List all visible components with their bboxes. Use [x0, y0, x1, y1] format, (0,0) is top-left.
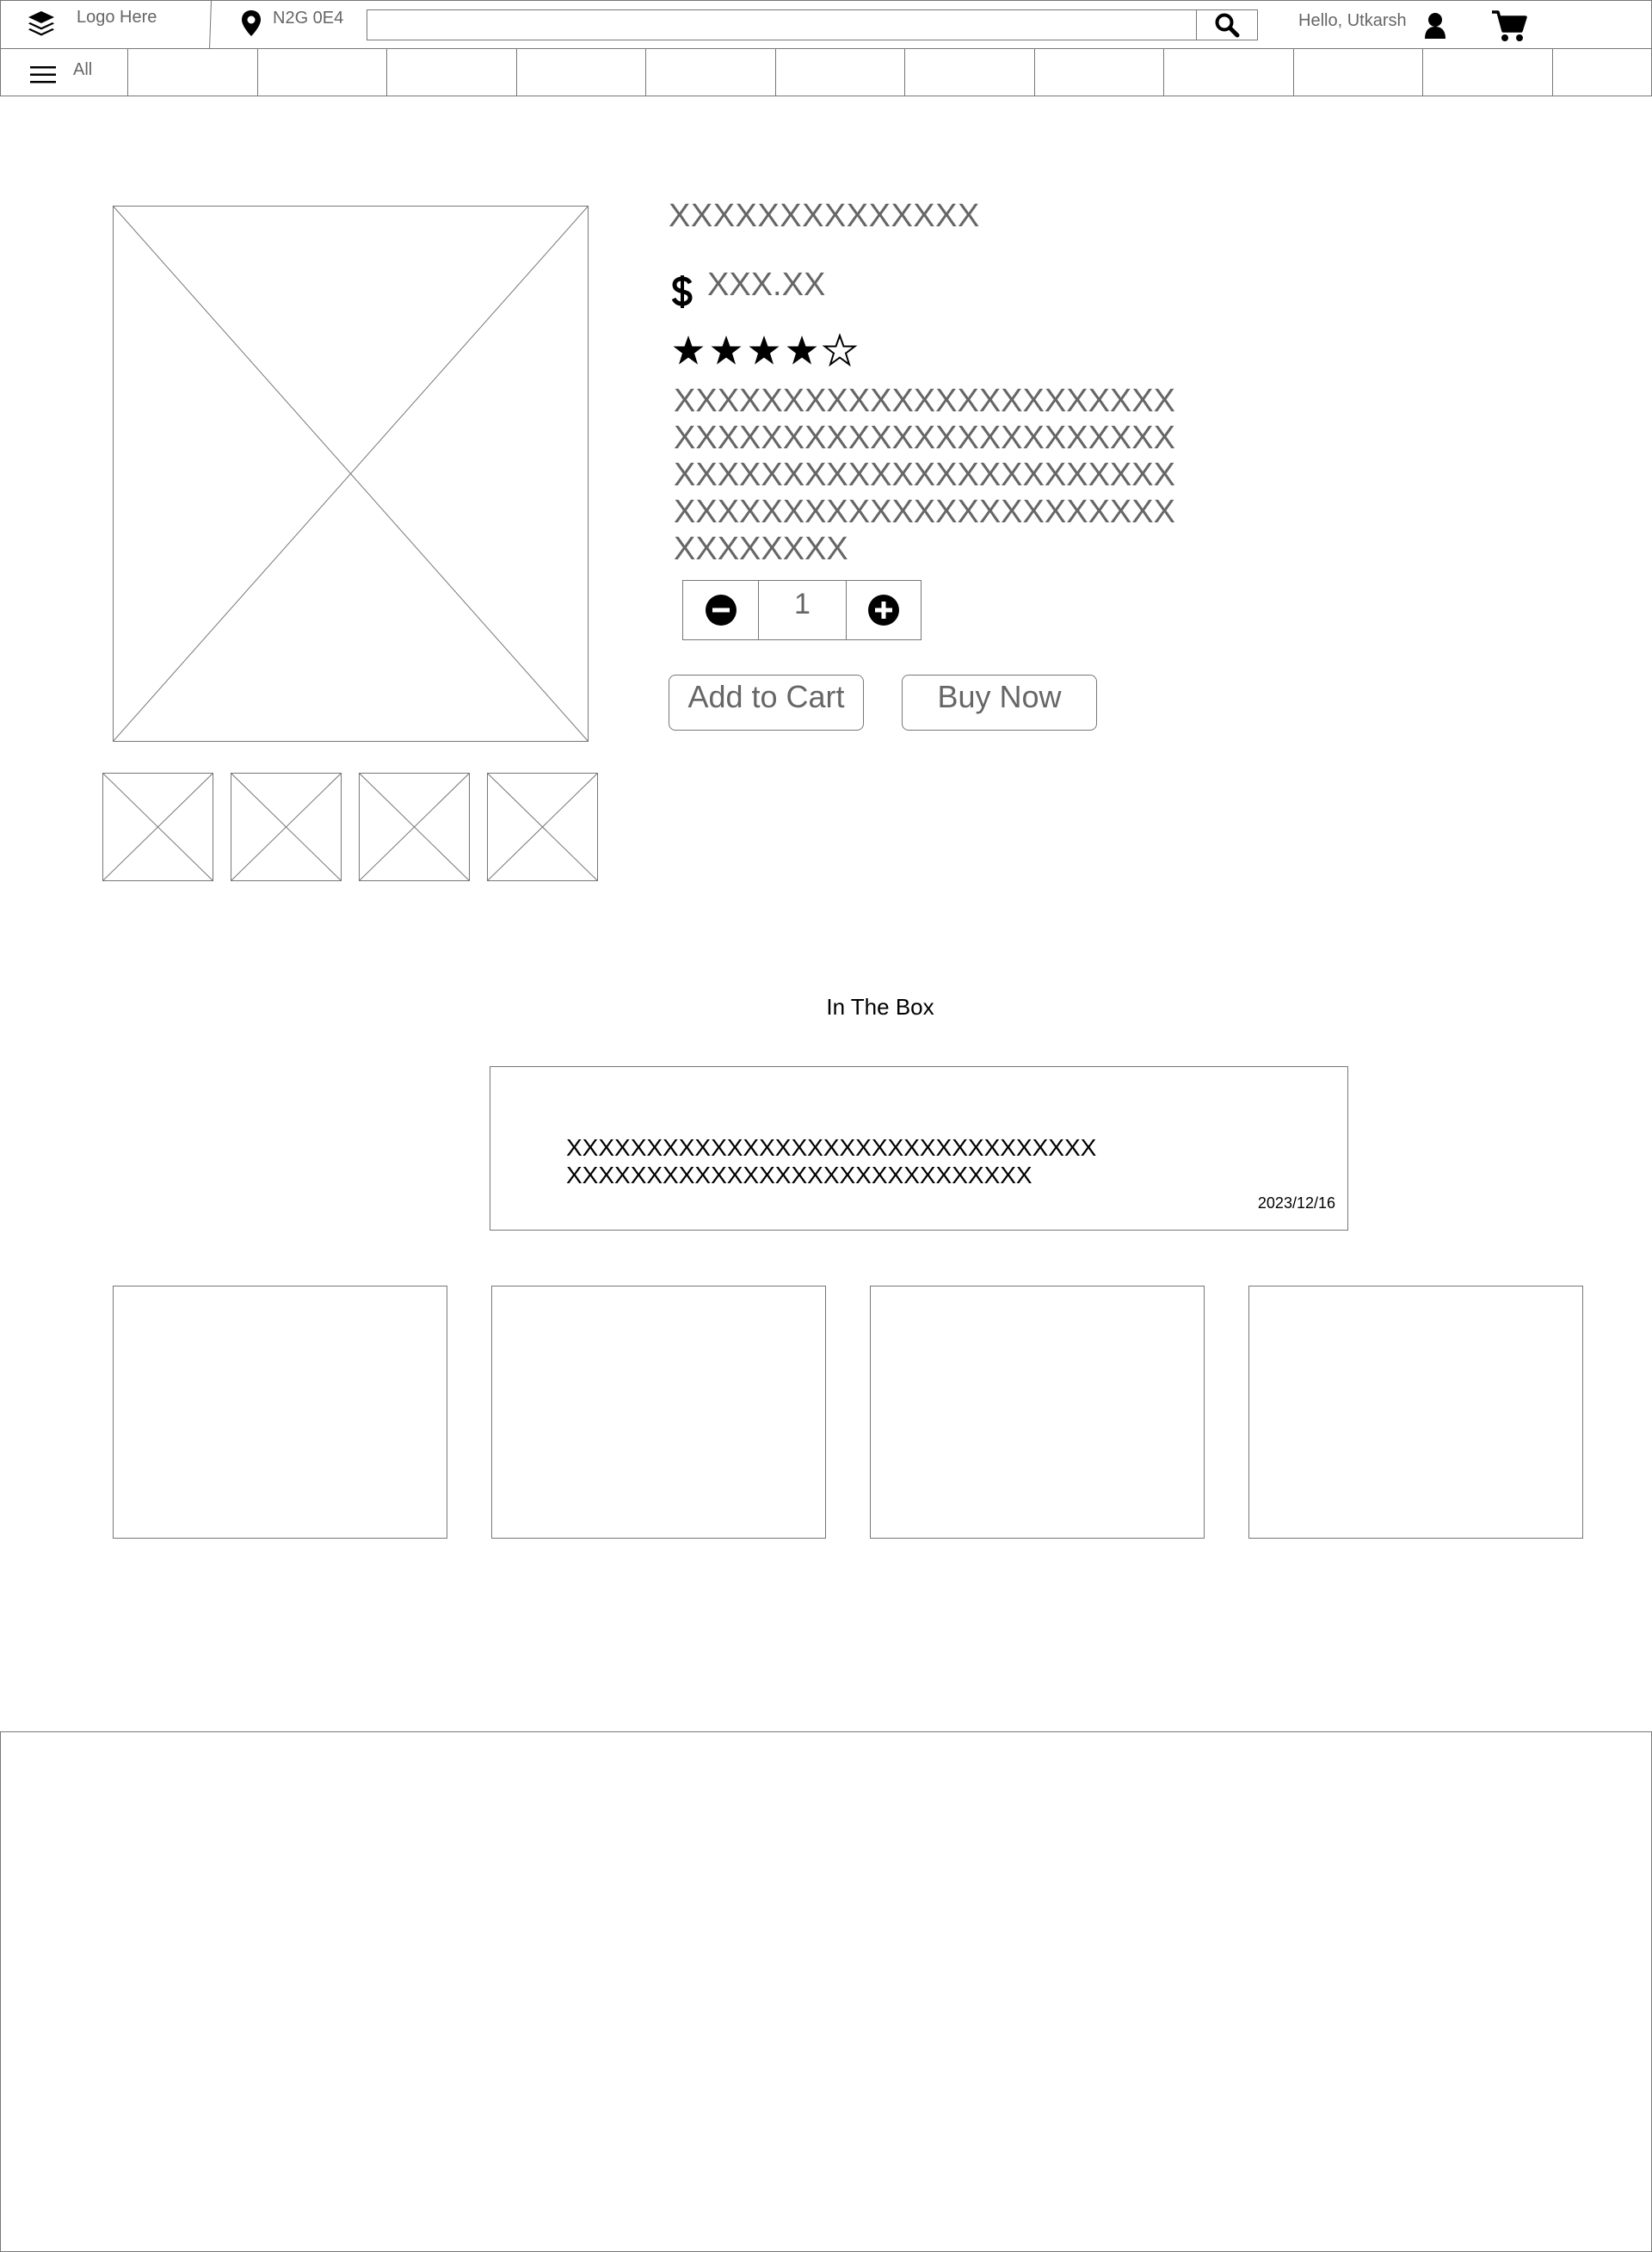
quantity-stepper: 1: [682, 580, 922, 640]
in-the-box-line: XXXXXXXXXXXXXXXXXXXXXXXXXXXXX: [566, 1162, 1032, 1188]
description-line: XXXXXXXXXXXXXXXXXXXXXXX: [674, 383, 1175, 419]
product-price: XXX.XX: [707, 267, 826, 303]
search-icon: [1215, 13, 1240, 38]
nav-item[interactable]: [1163, 49, 1293, 96]
star-icon: [749, 336, 780, 365]
product-thumbnail[interactable]: [231, 773, 342, 881]
nav-item[interactable]: [127, 49, 257, 96]
logo-label[interactable]: Logo Here: [77, 8, 157, 28]
product-main-image[interactable]: [113, 206, 589, 742]
user-icon[interactable]: [1422, 12, 1448, 40]
product-thumbnail[interactable]: [102, 773, 213, 881]
in-the-box-date: 2023/12/16: [1257, 1194, 1335, 1212]
greeting-label[interactable]: Hello, Utkarsh: [1298, 11, 1407, 31]
hamburger-icon[interactable]: [30, 64, 58, 86]
page-footer: [0, 1731, 1652, 2252]
star-icon: [673, 336, 704, 365]
product-thumbnail[interactable]: [359, 773, 470, 881]
nav-item[interactable]: [1552, 49, 1651, 96]
buy-now-button[interactable]: Buy Now: [902, 675, 1097, 731]
search-button[interactable]: [1196, 9, 1258, 40]
nav-item[interactable]: [1422, 49, 1552, 96]
description-line: XXXXXXXXXXXXXXXXXXXXXXX: [674, 420, 1175, 456]
related-product-card[interactable]: [870, 1286, 1205, 1539]
in-the-box-panel: XXXXXXXXXXXXXXXXXXXXXXXXXXXXXXXXX XXXXXX…: [490, 1066, 1348, 1231]
category-nav: All: [0, 48, 1652, 96]
description-line: XXXXXXXXXXXXXXXXXXXXXXX: [674, 457, 1175, 493]
in-the-box-text: XXXXXXXXXXXXXXXXXXXXXXXXXXXXXXXXX XXXXXX…: [566, 1134, 1096, 1189]
decrease-quantity-button[interactable]: [683, 581, 758, 639]
description-line: XXXXXXXX: [674, 531, 848, 567]
product-description: XXXXXXXXXXXXXXXXXXXXXXX XXXXXXXXXXXXXXXX…: [674, 383, 1175, 568]
location-label[interactable]: N2G 0E4: [273, 9, 343, 28]
related-product-card[interactable]: [491, 1286, 826, 1539]
in-the-box-line: XXXXXXXXXXXXXXXXXXXXXXXXXXXXXXXXX: [566, 1134, 1097, 1161]
nav-item[interactable]: [386, 49, 516, 96]
minus-circle-icon: [705, 595, 737, 626]
nav-item[interactable]: [904, 49, 1034, 96]
nav-item[interactable]: [775, 49, 904, 96]
rating-stars[interactable]: [671, 331, 860, 369]
search-input[interactable]: [367, 9, 1197, 40]
in-the-box-heading: In The Box: [826, 994, 934, 1020]
map-pin-icon[interactable]: [240, 9, 262, 37]
add-to-cart-button[interactable]: Add to Cart: [669, 675, 864, 731]
related-product-card[interactable]: [1248, 1286, 1583, 1539]
nav-item[interactable]: [645, 49, 775, 96]
cart-icon[interactable]: [1491, 9, 1527, 44]
top-header: Logo Here N2G 0E4 Hello, Utkarsh: [0, 0, 1652, 49]
nav-all-label[interactable]: All: [73, 60, 92, 80]
nav-item[interactable]: [257, 49, 386, 96]
product-title: XXXXXXXXXXXXXX: [669, 198, 980, 234]
plus-circle-icon: [868, 595, 899, 626]
header-divider: [209, 1, 212, 49]
product-thumbnail[interactable]: [487, 773, 598, 881]
nav-item[interactable]: [516, 49, 645, 96]
related-product-card[interactable]: [113, 1286, 447, 1539]
dollar-icon: [671, 274, 693, 310]
star-icon: [786, 336, 817, 365]
nav-item[interactable]: [1034, 49, 1163, 96]
layers-icon[interactable]: [25, 8, 58, 40]
description-line: XXXXXXXXXXXXXXXXXXXXXXX: [674, 494, 1175, 530]
nav-item[interactable]: [1293, 49, 1422, 96]
star-icon: [711, 336, 742, 365]
star-half-icon: [823, 335, 856, 366]
quantity-value[interactable]: 1: [758, 581, 847, 639]
increase-quantity-button[interactable]: [847, 581, 921, 639]
